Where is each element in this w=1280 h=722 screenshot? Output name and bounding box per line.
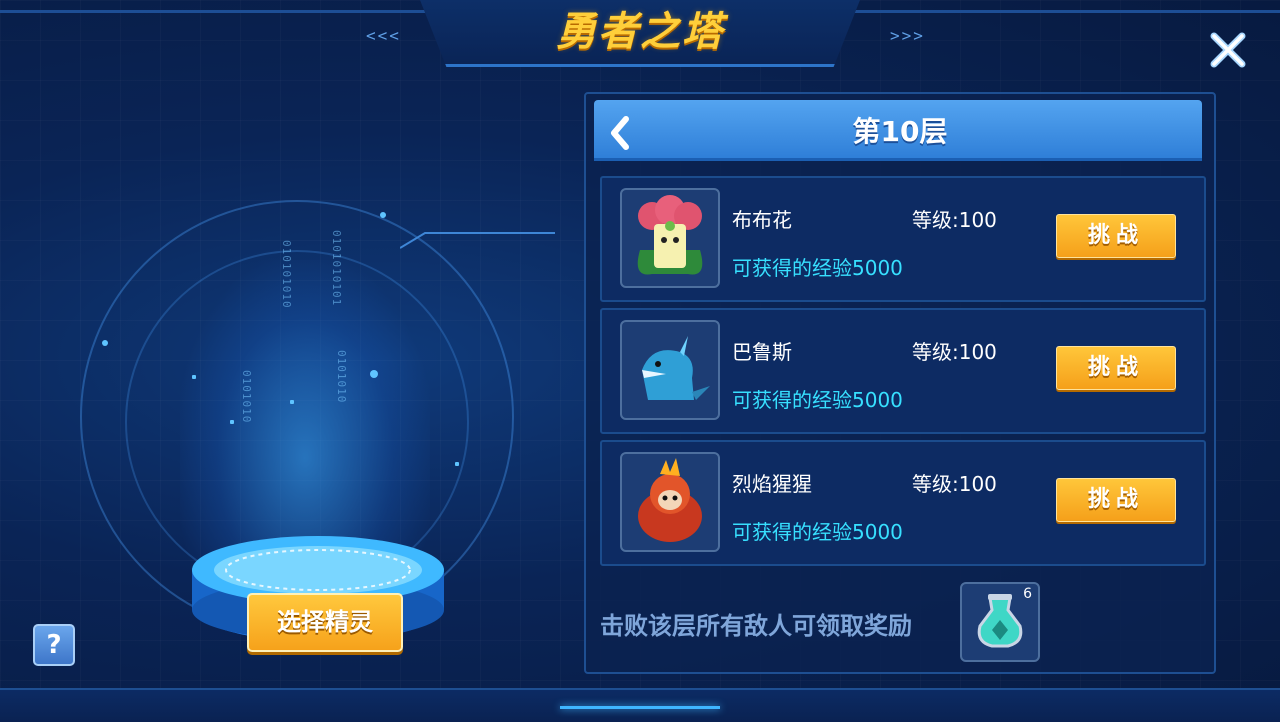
enemy-level: 等级:100 [912, 472, 997, 496]
enemy-portrait [620, 452, 720, 552]
binary-column: 0101010 [335, 350, 348, 404]
back-button[interactable] [606, 114, 634, 152]
binary-column: 0101010101 [330, 230, 343, 307]
close-button[interactable] [1206, 28, 1250, 72]
select-spirit-button[interactable]: 选择精灵 [247, 593, 403, 652]
fire-ape-icon [638, 458, 702, 542]
flower-monster-icon [637, 195, 703, 275]
challenge-button[interactable]: 挑战 [1056, 478, 1176, 522]
enemy-name: 烈焰猩猩 [732, 472, 812, 496]
enemy-row: 巴鲁斯 等级:100 可获得的经验5000 挑战 [600, 308, 1206, 434]
enemy-portrait [620, 320, 720, 420]
water-lizard-icon [642, 336, 710, 400]
close-icon [1210, 32, 1246, 68]
bottom-bar [0, 688, 1280, 722]
holo-dot [290, 400, 294, 404]
holo-dot [192, 375, 196, 379]
reward-count: 6 [1023, 586, 1032, 602]
page-title: 勇者之塔 [556, 9, 724, 55]
enemy-exp: 可获得的经验5000 [732, 388, 903, 412]
title-deco-left [0, 10, 430, 13]
enemy-row: 烈焰猩猩 等级:100 可获得的经验5000 挑战 [600, 440, 1206, 566]
title-bar: 勇者之塔 <<< >>> [0, 0, 1280, 70]
enemy-level: 等级:100 [912, 340, 997, 364]
help-button[interactable]: ? [33, 624, 75, 666]
holo-dot [380, 212, 386, 218]
chevrons-left: <<< [366, 26, 401, 45]
binary-column: 010101010 [280, 240, 293, 309]
enemy-row: 布布花 等级:100 可获得的经验5000 挑战 [600, 176, 1206, 302]
challenge-button[interactable]: 挑战 [1056, 214, 1176, 258]
holo-dot [455, 462, 459, 466]
binary-column: 0101010 [240, 370, 253, 424]
enemy-portrait [620, 188, 720, 288]
holo-dot [230, 420, 234, 424]
enemy-level: 等级:100 [912, 208, 997, 232]
enemy-name: 布布花 [732, 208, 792, 232]
enemy-exp: 可获得的经验5000 [732, 256, 903, 280]
enemy-name: 巴鲁斯 [732, 340, 792, 364]
bottom-glow [560, 706, 720, 709]
enemy-exp: 可获得的经验5000 [732, 520, 903, 544]
chevrons-right: >>> [890, 26, 925, 45]
holo-line [400, 232, 555, 249]
floor-title: 第10层 [852, 115, 948, 148]
reward-text: 击败该层所有敌人可领取奖励 [600, 612, 912, 640]
challenge-button[interactable]: 挑战 [1056, 346, 1176, 390]
reward-item[interactable]: 6 [960, 582, 1040, 662]
holo-dot [102, 340, 108, 346]
chevron-left-icon [611, 116, 629, 150]
holo-dot [370, 370, 378, 378]
title-deco-right [850, 10, 1280, 13]
